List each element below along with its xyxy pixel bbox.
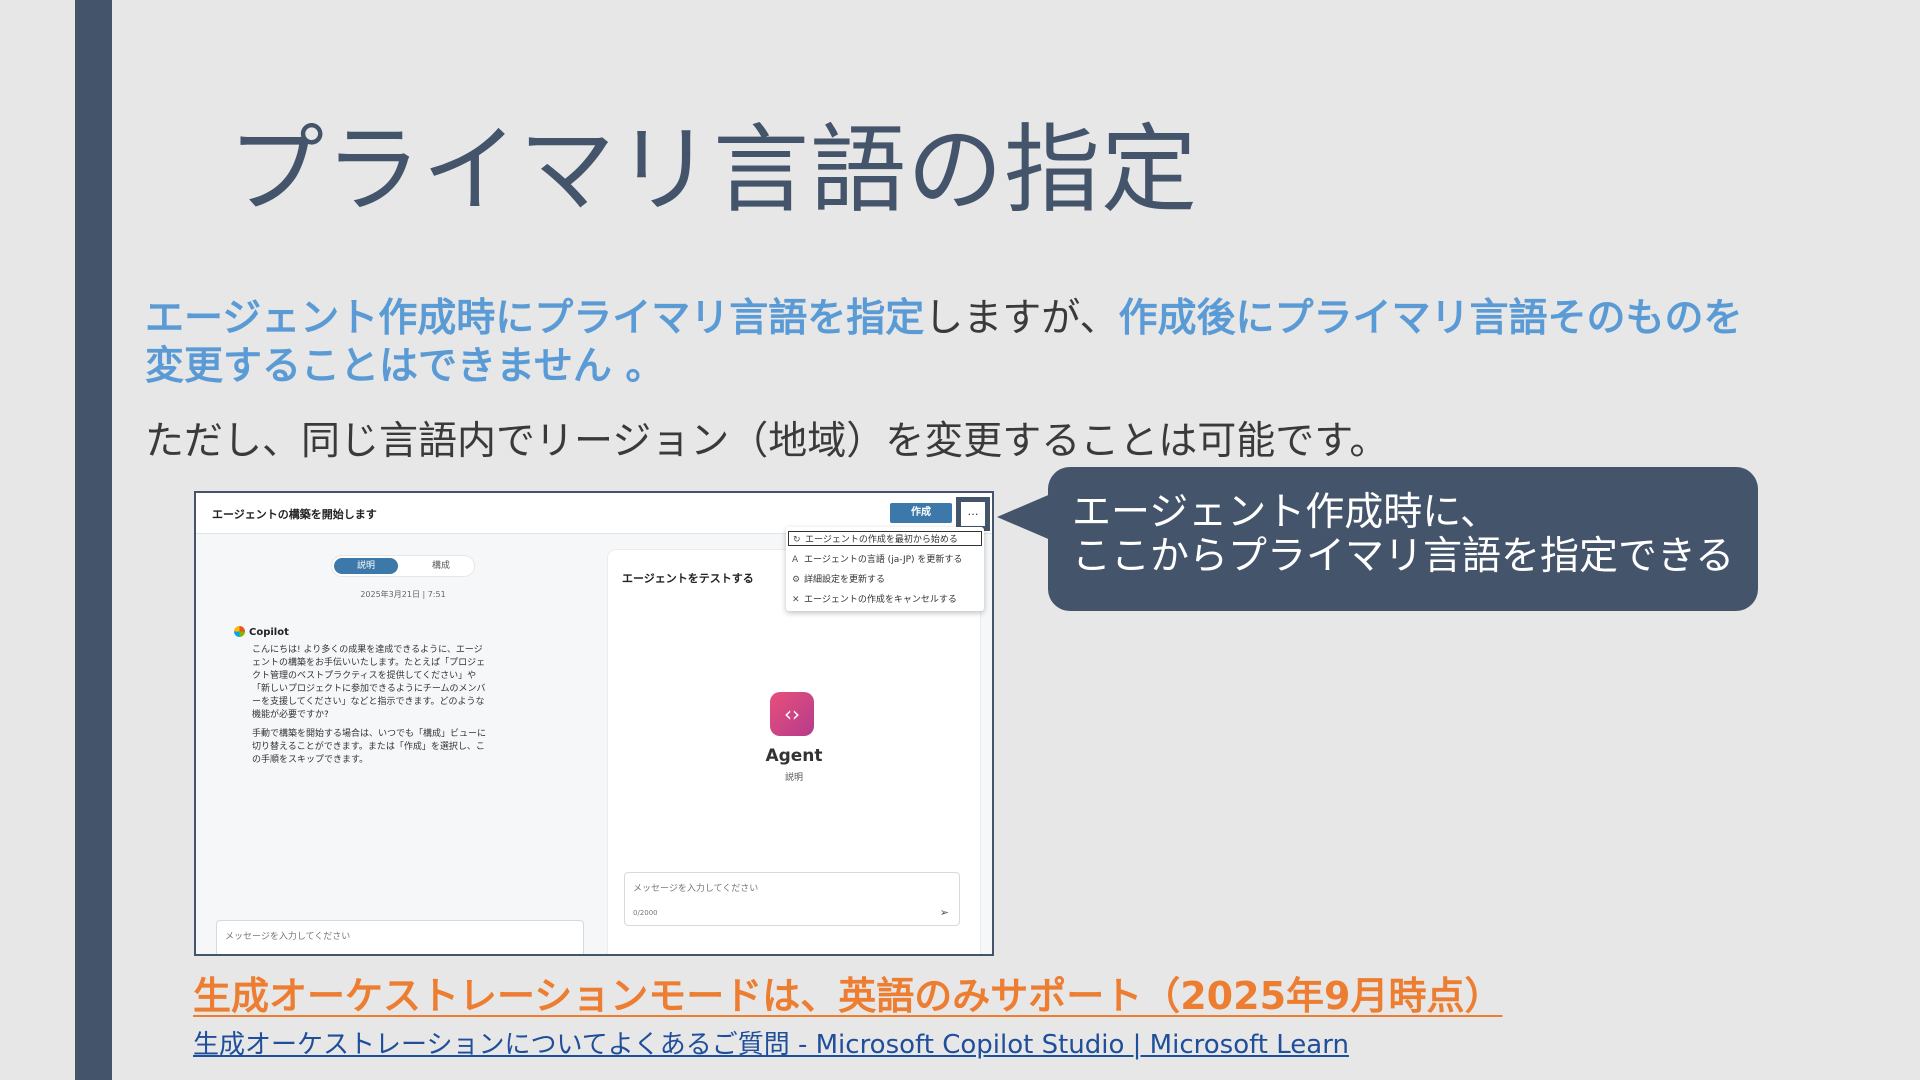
callout-line-2: ここからプライマリ言語を指定できる <box>1072 534 1735 579</box>
more-options-button[interactable]: … <box>956 497 990 531</box>
message-paragraph-1: こんにちは! より多くの成果を達成できるように、エージェントの構築をお手伝いいた… <box>252 645 486 720</box>
menu-item-cancel[interactable]: ✕ エージェントの作成をキャンセルする <box>792 592 957 605</box>
copilot-message: こんにちは! より多くの成果を達成できるように、エージェントの構築をお手伝いいた… <box>252 644 488 773</box>
main-paragraph: エージェント作成時にプライマリ言語を指定しますが、作成後にプライマリ言語そのもの… <box>145 295 1765 391</box>
callout-box: エージェント作成時に、 ここからプライマリ言語を指定できる <box>1048 467 1758 611</box>
callout-pointer <box>997 493 1053 541</box>
language-icon: A <box>792 555 799 565</box>
side-accent-bar <box>75 0 112 1080</box>
copilot-logo-icon <box>234 626 245 637</box>
create-button[interactable]: 作成 <box>890 503 952 523</box>
mode-toggle[interactable]: 説明 構成 <box>332 556 474 576</box>
char-counter: 0/2000 <box>633 909 658 917</box>
toggle-configure[interactable]: 構成 <box>410 558 472 574</box>
copilot-studio-screenshot: エージェントの構築を開始します 作成 … 説明 構成 2025年3月21日 | … <box>194 491 994 956</box>
send-icon[interactable]: ➢ <box>940 906 949 919</box>
faq-link[interactable]: 生成オーケストレーションについてよくあるご質問 - Microsoft Copi… <box>193 1024 1349 1061</box>
gear-icon: ⚙ <box>792 575 801 585</box>
copilot-label: Copilot <box>249 627 289 638</box>
toggle-describe[interactable]: 説明 <box>334 558 398 574</box>
close-icon: ✕ <box>792 595 800 605</box>
menu-item-advanced-settings[interactable]: ⚙ 詳細設定を更新する <box>792 572 885 585</box>
chat-input[interactable]: メッセージを入力してください ➢ <box>216 920 584 954</box>
chat-date: 2025年3月21日 | 7:51 <box>360 590 446 599</box>
test-input-placeholder: メッセージを入力してください <box>633 884 759 894</box>
callout-line-1: エージェント作成時に、 <box>1072 490 1500 535</box>
slide-title: プライマリ言語の指定 <box>228 114 1198 226</box>
test-chat-input[interactable]: メッセージを入力してください 0/2000 ➢ <box>624 872 960 926</box>
restart-icon: ↻ <box>793 535 801 545</box>
orchestration-note: 生成オーケストレーションモードは、英語のみサポート（2025年9月時点） <box>193 974 1503 1018</box>
menu-item-update-language[interactable]: A エージェントの言語 (ja-JP) を更新する <box>792 552 962 565</box>
screenshot-title: エージェントの構築を開始します <box>212 508 377 521</box>
callout-text: エージェント作成時に、 ここからプライマリ言語を指定できる <box>1072 491 1734 579</box>
secondary-paragraph: ただし、同じ言語内でリージョン（地域）を変更することは可能です。 <box>145 419 1389 464</box>
agent-description: 説明 <box>784 773 803 783</box>
copilot-header: Copilot <box>234 626 289 638</box>
chat-input-placeholder: メッセージを入力してください <box>225 932 351 942</box>
send-icon[interactable]: ➢ <box>564 950 573 954</box>
agent-icon: ‹› <box>770 692 814 736</box>
message-paragraph-2: 手動で構築を開始する場合は、いつでも「構成」ビューに切り替えることができます。ま… <box>252 729 487 765</box>
menu-item-restart[interactable]: ↻ エージェントの作成を最初から始める <box>788 531 982 546</box>
options-menu: ↻ エージェントの作成を最初から始める A エージェントの言語 (ja-JP) を更… <box>786 527 984 611</box>
highlight-text-1: エージェント作成時にプライマリ言語を指定 <box>145 296 925 341</box>
test-panel-title: エージェントをテストする <box>622 572 754 585</box>
normal-text: しますが、 <box>924 296 1119 341</box>
agent-name: Agent <box>765 746 823 766</box>
